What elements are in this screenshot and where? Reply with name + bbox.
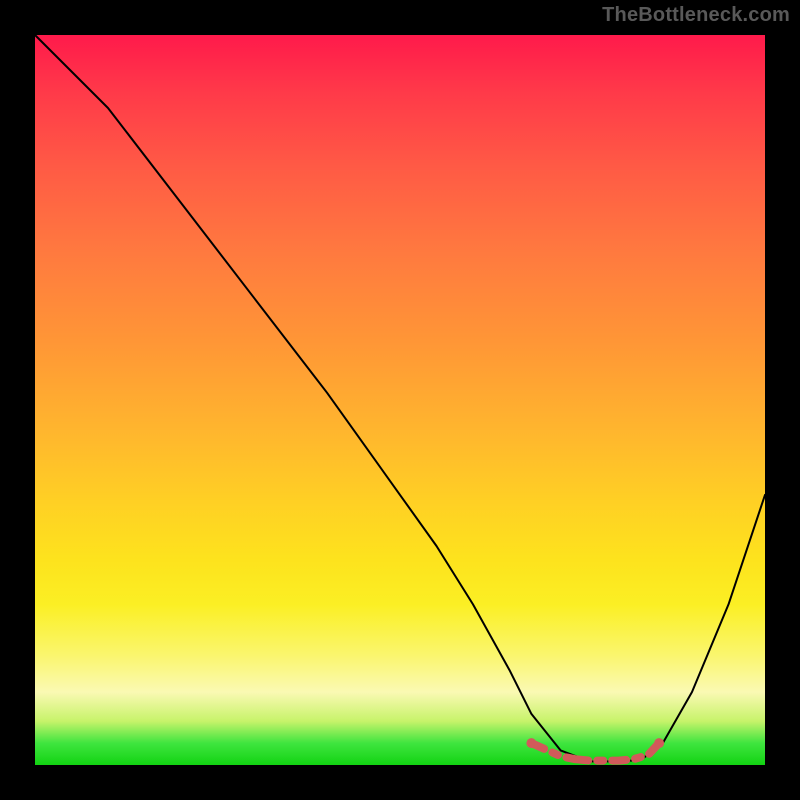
- chart-curve: [35, 35, 765, 761]
- optimal-end-dot: [654, 738, 664, 748]
- optimal-start-dot: [526, 738, 536, 748]
- watermark-text: TheBottleneck.com: [602, 4, 790, 27]
- optimal-markers: [526, 738, 664, 761]
- bottleneck-curve: [35, 35, 765, 761]
- optimal-zone-marker: [531, 743, 659, 761]
- line-chart-svg: [35, 35, 765, 765]
- plot-area: [35, 35, 765, 765]
- chart-frame: TheBottleneck.com: [0, 0, 800, 800]
